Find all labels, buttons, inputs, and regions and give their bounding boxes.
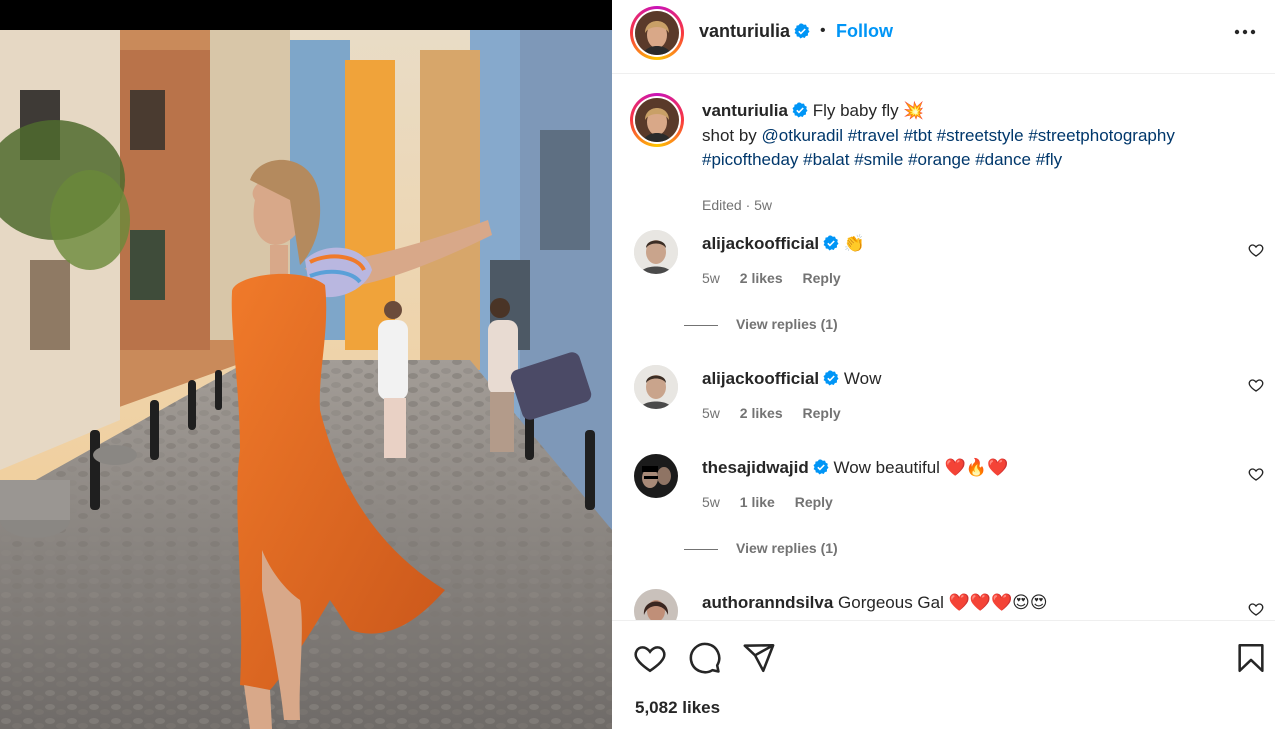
caption-username[interactable]: vanturiulia — [702, 101, 788, 120]
comment-emoji: ❤️🔥❤️ — [944, 458, 1009, 478]
view-replies-line — [684, 548, 718, 550]
avatar-portrait-icon — [634, 230, 678, 274]
hashtag[interactable]: #orange — [908, 150, 970, 169]
comment-body: Wow — [843, 369, 882, 388]
comments-section[interactable]: vanturiulia Fly baby fly 💥 shot by @otku… — [612, 75, 1275, 620]
hashtag[interactable]: #tbt — [904, 126, 932, 145]
view-replies-label[interactable]: View replies (1) — [736, 540, 838, 556]
caption-shot-by: shot by — [702, 125, 757, 145]
caption-meta: Edited · 5w — [702, 197, 773, 213]
comment-item: authoranndsilva Gorgeous Gal ❤️❤️❤️😍😍 — [634, 589, 1264, 620]
avatar-portrait-icon — [635, 11, 679, 55]
reply-button[interactable]: Reply — [795, 494, 833, 510]
comment-like-heart-icon[interactable] — [1248, 466, 1264, 482]
hashtag[interactable]: #travel — [848, 126, 899, 145]
comment-emoji: ❤️❤️❤️😍😍 — [948, 593, 1048, 613]
comment-like-heart-icon[interactable] — [1248, 242, 1264, 258]
caption-mention[interactable]: @otkuradil — [762, 126, 844, 145]
post-actions: 5,082 likes — [612, 620, 1275, 729]
street-photo-illustration — [0, 30, 612, 729]
caption-avatar[interactable] — [630, 93, 684, 147]
hashtag[interactable]: #fly — [1036, 150, 1062, 169]
comment-age: 5w — [702, 494, 720, 510]
comment-avatar[interactable] — [634, 454, 678, 498]
comment-emoji: 👏 — [843, 234, 866, 254]
comment-age: 5w — [702, 405, 720, 421]
likes-count[interactable]: 5,082 likes — [635, 698, 720, 718]
view-replies-line — [684, 324, 718, 326]
reply-button[interactable]: Reply — [803, 405, 841, 421]
comment-icon[interactable] — [688, 641, 722, 675]
more-options-icon[interactable] — [1231, 20, 1259, 44]
caption-emoji: 💥 — [903, 101, 925, 121]
comment-text: thesajidwajid Wow beautiful ❤️🔥❤️ — [702, 458, 1008, 478]
verified-badge-icon — [794, 23, 810, 39]
comment-text: alijackoofficial Wow — [702, 369, 881, 389]
avatar-portrait-icon — [634, 454, 678, 498]
comment-username[interactable]: authoranndsilva — [702, 593, 833, 612]
comment-age: 5w — [702, 270, 720, 286]
verified-badge-icon — [813, 459, 829, 475]
hashtag[interactable]: #streetphotography — [1028, 126, 1175, 145]
post-photo[interactable] — [0, 30, 612, 729]
reply-button[interactable]: Reply — [803, 270, 841, 286]
comment-username[interactable]: alijackoofficial — [702, 234, 819, 253]
hashtag[interactable]: #picoftheday — [702, 150, 798, 169]
comment-item: alijackoofficial 👏 5w 2 likes Reply — [634, 230, 1264, 300]
header-separator: • — [820, 22, 826, 39]
comment-likes[interactable]: 2 likes — [740, 270, 783, 286]
post-header: vanturiulia • Follow — [612, 0, 1275, 74]
comment-likes[interactable]: 2 likes — [740, 405, 783, 421]
caption-body: vanturiulia Fly baby fly 💥 shot by @otku… — [702, 99, 1262, 173]
profile-username-text[interactable]: vanturiulia — [699, 21, 790, 41]
verified-badge-icon — [792, 102, 808, 118]
comment-username[interactable]: thesajidwajid — [702, 458, 809, 477]
comment-likes[interactable]: 1 like — [740, 494, 775, 510]
hashtag[interactable]: #dance — [975, 150, 1031, 169]
comment-meta: 5w 2 likes Reply — [702, 270, 857, 286]
verified-badge-icon — [823, 235, 839, 251]
comment-like-heart-icon[interactable] — [1248, 377, 1264, 393]
comment-text: authoranndsilva Gorgeous Gal ❤️❤️❤️😍😍 — [702, 593, 1048, 613]
view-replies-button[interactable]: View replies (1) — [684, 316, 838, 332]
bookmark-icon[interactable] — [1234, 641, 1268, 675]
hashtag[interactable]: #streetstyle — [937, 126, 1024, 145]
comment-like-heart-icon[interactable] — [1248, 601, 1264, 617]
view-replies-label[interactable]: View replies (1) — [736, 316, 838, 332]
avatar-portrait-icon — [634, 365, 678, 409]
avatar-portrait-icon — [635, 98, 679, 142]
profile-username[interactable]: vanturiulia — [699, 21, 810, 42]
comment-body: Wow beautiful — [833, 458, 940, 477]
caption-text: Fly baby fly — [812, 101, 899, 120]
avatar-portrait-icon — [634, 589, 678, 620]
post-media[interactable] — [0, 0, 612, 729]
verified-badge-icon — [823, 370, 839, 386]
share-icon[interactable] — [742, 641, 776, 675]
comment-item: thesajidwajid Wow beautiful ❤️🔥❤️ 5w 1 l… — [634, 454, 1264, 524]
profile-avatar[interactable] — [630, 6, 684, 60]
comment-avatar[interactable] — [634, 230, 678, 274]
comment-text: alijackoofficial 👏 — [702, 234, 865, 254]
comment-item: alijackoofficial Wow 5w 2 likes Reply — [634, 365, 1264, 435]
comment-username[interactable]: alijackoofficial — [702, 369, 819, 388]
comment-meta: 5w 1 like Reply — [702, 494, 849, 510]
comment-avatar[interactable] — [634, 589, 678, 620]
heart-icon[interactable] — [633, 641, 667, 675]
follow-button[interactable]: Follow — [836, 21, 893, 42]
hashtag[interactable]: #balat — [803, 150, 849, 169]
post-panel: vanturiulia • Follow vanturiulia Fly bab… — [612, 0, 1275, 729]
comment-meta: 5w 2 likes Reply — [702, 405, 857, 421]
comment-avatar[interactable] — [634, 365, 678, 409]
comment-body: Gorgeous Gal — [838, 593, 944, 612]
view-replies-button[interactable]: View replies (1) — [684, 540, 838, 556]
hashtag[interactable]: #smile — [854, 150, 903, 169]
